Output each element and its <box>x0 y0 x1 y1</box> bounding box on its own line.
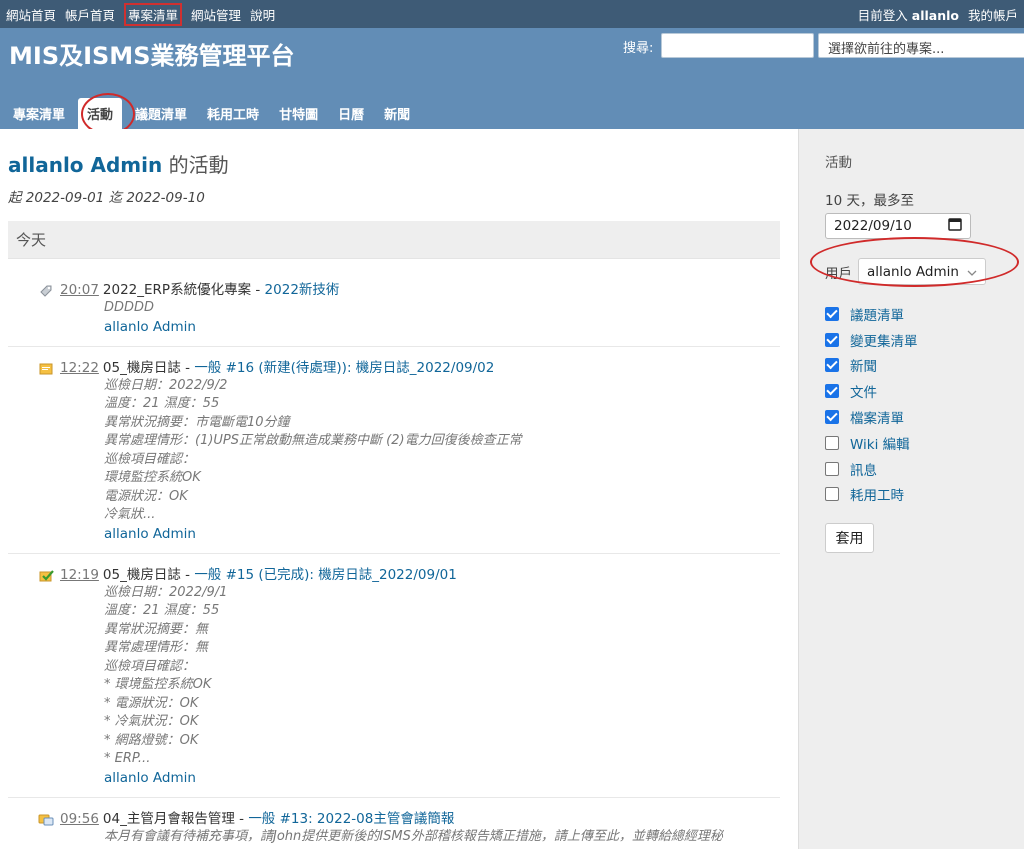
event-author[interactable]: allanlo Admin <box>60 318 780 336</box>
issue-new-icon <box>38 361 54 377</box>
calendar-icon[interactable] <box>948 217 962 235</box>
tab-gantt[interactable]: 甘特圖 <box>272 104 325 129</box>
site-title: MIS及ISMS業務管理平台 <box>9 42 295 70</box>
filter-label[interactable]: 訊息 <box>850 459 877 479</box>
filter-label[interactable]: 新聞 <box>850 355 877 375</box>
logged-as-prefix: 目前登入 <box>857 7 908 23</box>
filter-label[interactable]: 議題清單 <box>850 304 904 324</box>
filter-label[interactable]: 文件 <box>850 381 877 401</box>
event-time[interactable]: 12:19 <box>60 567 99 583</box>
filter-issues[interactable]: 議題清單 <box>825 301 1024 327</box>
event-description: DDDDD <box>104 300 155 315</box>
top-menu-help[interactable]: 說明 <box>250 5 275 24</box>
checkbox-documents[interactable] <box>825 384 839 399</box>
date-input[interactable]: 2022/09/10 <box>825 213 971 239</box>
day-header: 今天 <box>8 221 780 259</box>
filter-wiki-edits[interactable]: Wiki 編輯 <box>825 430 1024 456</box>
event-project: 05_機房日誌 <box>102 566 181 583</box>
event-separator: - <box>234 810 249 827</box>
days-label: 10 天，最多至 <box>825 193 914 209</box>
event-project: 04_主管月會報告管理 <box>102 810 235 827</box>
event-description: 巡檢日期：2022/9/2 溫度：21 濕度：55 異常狀況摘要：市電斷電10分… <box>104 377 522 523</box>
checkbox-changesets[interactable] <box>825 332 839 347</box>
top-menu-my-page[interactable]: 帳戶首頁 <box>65 5 115 24</box>
content: allanlo Admin 的活動 起 2022-09-01 迄 2022-09… <box>0 129 798 849</box>
filter-label[interactable]: Wiki 編輯 <box>850 433 910 453</box>
event-project: 05_機房日誌 <box>102 359 181 376</box>
event-project: 2022_ERP系統優化專案 <box>102 282 252 298</box>
event-separator: - <box>180 359 195 376</box>
event-link[interactable]: 一般 #15 (已完成): 機房日誌_2022/09/01 <box>194 567 457 583</box>
apply-button[interactable]: 套用 <box>825 523 874 554</box>
event-description: 本月有會議有待補充事項，請John提供更新後的ISMS外部稽核報告矯正措施，請上… <box>104 828 723 844</box>
event-time[interactable]: 09:56 <box>60 811 99 827</box>
top-menu-home[interactable]: 網站首頁 <box>6 5 56 24</box>
event-link[interactable]: 一般 #13: 2022-08主管會議簡報 <box>248 811 454 827</box>
date-value: 2022/09/10 <box>834 218 912 234</box>
tab-issues[interactable]: 議題清單 <box>128 104 194 129</box>
activity-event: 20:07 2022_ERP系統優化專案 - 2022新技術 DDDDD alla… <box>8 281 780 347</box>
logged-as: 目前登入 allanlo <box>858 5 959 24</box>
activity-event: 12:22 05_機房日誌 - 一般 #16 (新建(待處理)): 機房日誌_20… <box>8 359 780 554</box>
attachment-icon <box>38 283 54 299</box>
checkbox-wiki-edits[interactable] <box>825 435 839 450</box>
page-title: allanlo Admin 的活動 <box>8 149 780 178</box>
event-separator: - <box>251 282 265 298</box>
filter-files[interactable]: 檔案清單 <box>825 404 1024 430</box>
issue-note-icon <box>38 812 54 828</box>
user-link[interactable]: allanlo Admin <box>8 153 162 177</box>
user-filter: 用戶 allanlo Admin <box>825 258 1024 285</box>
user-label: 用戶 <box>825 265 852 282</box>
header: MIS及ISMS業務管理平台 搜尋: 選擇欲前往的專案... 專案清單 活動 議… <box>0 28 1024 129</box>
filter-label[interactable]: 檔案清單 <box>850 407 904 427</box>
event-link[interactable]: 一般 #16 (新建(待處理)): 機房日誌_2022/09/02 <box>194 360 494 376</box>
issue-closed-icon <box>38 568 54 584</box>
activity-event: 12:19 05_機房日誌 - 一般 #15 (已完成): 機房日誌_2022/0… <box>8 566 780 798</box>
date-range: 起 2022-09-01 迄 2022-09-10 <box>8 190 205 206</box>
checkbox-files[interactable] <box>825 410 839 425</box>
event-author[interactable]: allanlo Admin <box>60 769 780 787</box>
main-menu: 專案清單 活動 議題清單 耗用工時 甘特圖 日曆 新聞 <box>6 97 423 129</box>
filter-time-entries[interactable]: 耗用工時 <box>825 482 1024 508</box>
filter-documents[interactable]: 文件 <box>825 378 1024 404</box>
event-link[interactable]: 2022新技術 <box>265 282 340 298</box>
activity-filter-list: 議題清單 變更集清單 新聞 文件 檔案清單 Wiki 編輯 訊息 耗用工時 <box>825 301 1024 507</box>
search-label: 搜尋: <box>623 41 654 56</box>
activity-event: 09:56 04_主管月會報告管理 - 一般 #13: 2022-08主管會議簡報… <box>8 810 780 849</box>
event-description: 巡檢日期：2022/9/1 溫度：21 濕度：55 異常狀況摘要：無 異常處理情… <box>104 584 228 767</box>
filter-label[interactable]: 耗用工時 <box>850 484 904 504</box>
sidebar-title: 活動 <box>825 155 852 171</box>
chevron-down-icon <box>967 264 977 280</box>
tab-news[interactable]: 新聞 <box>377 104 417 129</box>
sidebar: 活動 10 天，最多至 2022/09/10 用戶 allanlo Admin … <box>798 129 1024 849</box>
project-jump-select[interactable]: 選擇欲前往的專案... <box>818 33 1024 58</box>
top-menu: 網站首頁 帳戶首頁 專案清單 網站管理 說明 目前登入 allanlo 我的帳戶 <box>0 0 1024 28</box>
search-input[interactable] <box>661 33 814 58</box>
event-author[interactable]: allanlo Admin <box>60 525 780 543</box>
user-select[interactable]: allanlo Admin <box>858 258 986 285</box>
filter-news[interactable]: 新聞 <box>825 353 1024 379</box>
tab-projects[interactable]: 專案清單 <box>6 104 72 129</box>
tab-calendar[interactable]: 日曆 <box>331 104 371 129</box>
top-menu-administration[interactable]: 網站管理 <box>191 5 241 24</box>
checkbox-issues[interactable] <box>825 306 839 321</box>
checkbox-messages[interactable] <box>825 461 839 476</box>
user-select-value: allanlo Admin <box>867 263 959 280</box>
checkbox-time-entries[interactable] <box>825 487 839 502</box>
filter-messages[interactable]: 訊息 <box>825 456 1024 482</box>
page-title-suffix: 的活動 <box>162 153 229 177</box>
logged-as-user[interactable]: allanlo <box>912 8 959 23</box>
event-separator: - <box>180 566 195 583</box>
my-account-link[interactable]: 我的帳戶 <box>968 5 1018 24</box>
top-menu-projects[interactable]: 專案清單 <box>124 2 183 26</box>
checkbox-news[interactable] <box>825 358 839 373</box>
filter-label[interactable]: 變更集清單 <box>850 330 918 350</box>
filter-changesets[interactable]: 變更集清單 <box>825 327 1024 353</box>
event-time[interactable]: 20:07 <box>60 282 99 298</box>
tab-spent-time[interactable]: 耗用工時 <box>200 104 266 129</box>
event-time[interactable]: 12:22 <box>60 360 99 376</box>
